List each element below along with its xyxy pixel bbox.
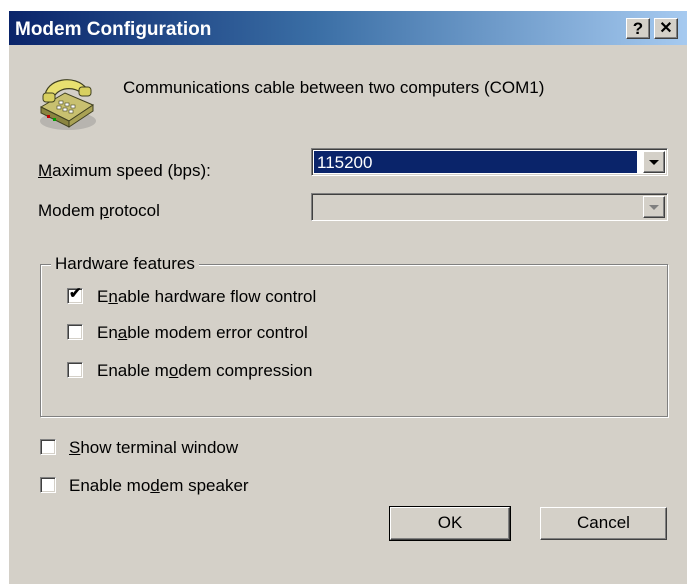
modem-speaker-checkbox[interactable]	[40, 477, 56, 493]
telephone-icon	[39, 79, 96, 130]
hardware-features-title: Hardware features	[51, 254, 199, 274]
max-speed-dropdown-button[interactable]	[643, 151, 665, 173]
max-speed-value: 115200	[314, 151, 637, 173]
hardware-flow-control-checkbox[interactable]: ✔	[67, 285, 83, 304]
modem-configuration-dialog: Modem Configuration ? ✕ Communications c…	[8, 10, 687, 584]
modem-speaker-label[interactable]: Enable modem speaker	[69, 476, 249, 496]
chevron-down-icon	[649, 160, 659, 165]
title-bar[interactable]: Modem Configuration ? ✕	[9, 11, 687, 45]
modem-error-control-label[interactable]: Enable modem error control	[97, 323, 308, 343]
max-speed-label: Maximum speed (bps):	[38, 161, 211, 180]
window-title: Modem Configuration	[15, 19, 212, 40]
ok-button[interactable]: OK	[389, 506, 511, 541]
modem-compression-checkbox[interactable]	[67, 362, 83, 378]
modem-compression-label[interactable]: Enable modem compression	[97, 361, 312, 381]
modem-error-control-checkbox[interactable]	[67, 324, 83, 340]
connection-description: Communications cable between two compute…	[123, 78, 545, 97]
show-terminal-window-checkbox[interactable]	[40, 439, 56, 455]
cancel-button[interactable]: Cancel	[540, 507, 667, 540]
close-button[interactable]: ✕	[654, 18, 678, 39]
max-speed-select[interactable]: 115200	[311, 148, 668, 176]
check-icon: ✔	[69, 285, 82, 302]
modem-protocol-label: Modem protocol	[38, 201, 160, 220]
chevron-down-icon	[649, 205, 659, 210]
modem-protocol-select[interactable]	[311, 193, 668, 221]
show-terminal-window-label[interactable]: Show terminal window	[69, 438, 238, 458]
hardware-flow-control-label[interactable]: Enable hardware flow control	[97, 287, 316, 307]
modem-protocol-dropdown-button[interactable]	[643, 196, 665, 218]
help-button[interactable]: ?	[626, 18, 650, 39]
